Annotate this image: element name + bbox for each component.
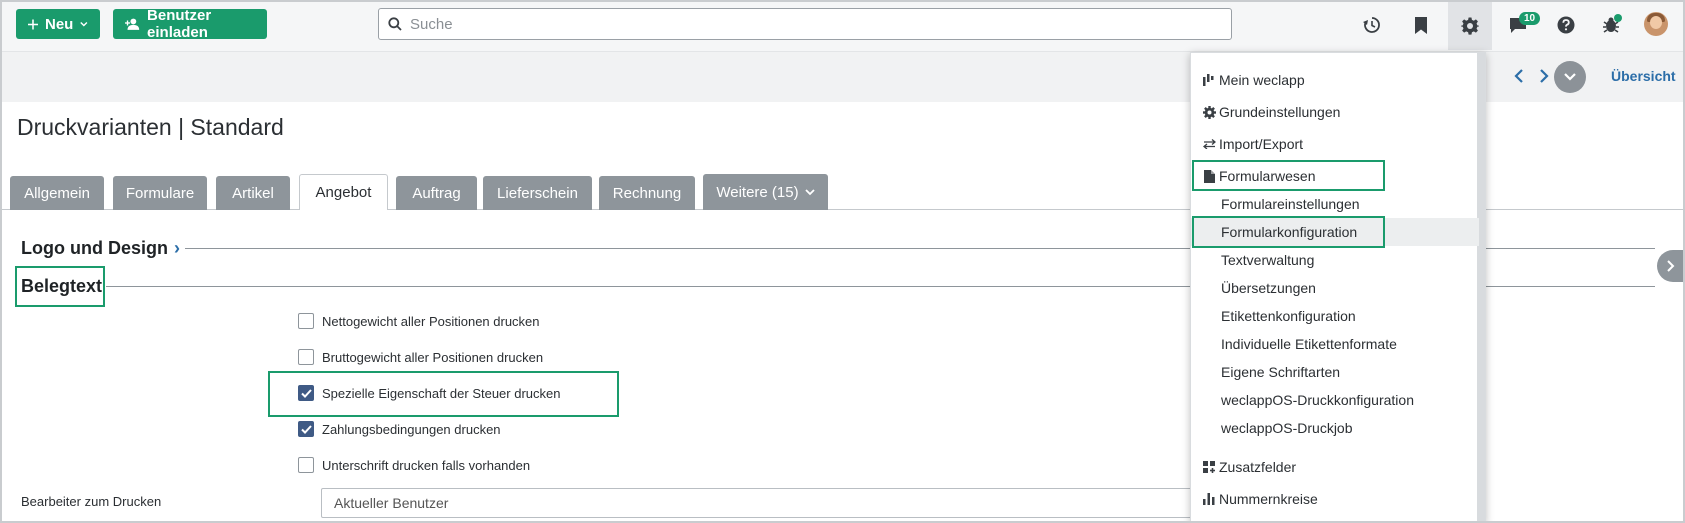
bookmark-button[interactable]	[1402, 6, 1440, 44]
expand-button[interactable]	[1554, 61, 1586, 93]
new-button-label: Neu	[44, 15, 74, 33]
bar-chart-icon	[1202, 74, 1213, 86]
messages-button[interactable]: 10	[1499, 6, 1541, 44]
checkbox-label: Unterschrift drucken falls vorhanden	[322, 457, 531, 473]
side-panel-toggle[interactable]	[1657, 250, 1685, 282]
tax-property-checkbox[interactable]	[298, 385, 314, 401]
section-logo-design-title: Logo und Design	[21, 238, 168, 258]
checkbox-label: Zahlungsbedingungen drucken	[322, 421, 501, 437]
document-icon	[1203, 169, 1215, 183]
menu-item-druckjob[interactable]: weclappOS-Druckjob	[1191, 414, 1479, 442]
previous-button[interactable]	[1508, 64, 1530, 88]
help-icon	[1557, 16, 1575, 34]
menu-item-etikettenkonfiguration[interactable]: Etikettenkonfiguration	[1191, 302, 1479, 330]
help-button[interactable]	[1547, 6, 1585, 44]
avatar[interactable]	[1644, 12, 1668, 36]
history-button[interactable]	[1353, 6, 1391, 44]
checkbox-row-net-weight[interactable]: Nettogewicht aller Positionen drucken	[298, 313, 540, 329]
overview-link[interactable]: Übersicht	[1611, 68, 1676, 84]
checkbox-label: Bruttogewicht aller Positionen drucken	[322, 349, 544, 365]
payment-terms-checkbox[interactable]	[298, 421, 314, 437]
chevron-right-icon	[1667, 260, 1675, 272]
menu-item-textverwaltung[interactable]: Textverwaltung	[1191, 246, 1479, 274]
tab-auftrag[interactable]: Auftrag	[396, 176, 477, 210]
menu-item-etikettenformate[interactable]: Individuelle Etikettenformate	[1191, 330, 1479, 358]
checkbox-row-tax-property[interactable]: Spezielle Eigenschaft der Steuer drucken	[298, 385, 560, 401]
bookmark-icon	[1415, 16, 1427, 34]
history-icon	[1363, 17, 1380, 33]
checkmark-icon	[300, 388, 312, 398]
menu-item-formulareinstellungen[interactable]: Formulareinstellungen	[1191, 190, 1479, 218]
highlight-formularkonfiguration	[1192, 216, 1385, 248]
invite-user-button[interactable]: Benutzer einladen	[113, 7, 267, 41]
net-weight-checkbox[interactable]	[298, 313, 314, 329]
search-input[interactable]	[410, 15, 1231, 33]
search-box[interactable]	[378, 8, 1232, 40]
menu-item-uebersetzungen[interactable]: Übersetzungen	[1191, 274, 1479, 302]
checkbox-row-gross-weight[interactable]: Bruttogewicht aller Positionen drucken	[298, 349, 543, 365]
menu-item-import-export[interactable]: Import/Export	[1191, 130, 1479, 158]
checkbox-label: Nettogewicht aller Positionen drucken	[322, 313, 540, 329]
menu-item-grundeinstellungen[interactable]: Grundeinstellungen	[1191, 98, 1479, 126]
chevron-left-icon	[1514, 69, 1523, 83]
grid-plus-icon	[1203, 461, 1215, 473]
swap-arrows-icon	[1202, 139, 1216, 149]
tab-lieferschein[interactable]: Lieferschein	[483, 176, 592, 210]
chevron-down-icon	[804, 188, 815, 195]
checkbox-row-signature[interactable]: Unterschrift drucken falls vorhanden	[298, 457, 530, 473]
tab-more[interactable]: Weitere (15)	[703, 174, 828, 210]
bar-chart-icon	[1203, 493, 1215, 505]
chevron-right-icon	[1540, 69, 1549, 83]
signature-checkbox[interactable]	[298, 457, 314, 473]
tab-formulare[interactable]: Formulare	[113, 176, 207, 210]
chevron-down-icon	[80, 21, 88, 27]
checkmark-icon	[300, 424, 312, 434]
tab-more-label: Weitere (15)	[716, 183, 799, 201]
tab-allgemein[interactable]: Allgemein	[10, 176, 104, 210]
chevron-right-icon: ›	[173, 238, 180, 258]
new-button[interactable]: Neu	[16, 9, 100, 39]
tab-artikel[interactable]: Artikel	[216, 176, 290, 210]
next-button[interactable]	[1533, 64, 1555, 88]
tab-rechnung[interactable]: Rechnung	[599, 176, 695, 210]
settings-button[interactable]	[1448, 2, 1492, 50]
tab-angebot[interactable]: Angebot	[299, 174, 388, 210]
search-icon	[388, 17, 402, 31]
menu-item-druckkonfiguration[interactable]: weclappOS-Druckkonfiguration	[1191, 386, 1479, 414]
menu-item-nummernkreise[interactable]: Nummernkreise	[1191, 485, 1479, 513]
notifications-button[interactable]	[1592, 6, 1630, 44]
checkbox-label: Spezielle Eigenschaft der Steuer drucken	[322, 385, 561, 401]
section-belegtext-title: Belegtext	[21, 276, 103, 296]
menu-item-mein-weclapp[interactable]: Mein weclapp	[1191, 66, 1479, 94]
section-logo-design[interactable]: Logo und Design ›	[21, 238, 180, 259]
plus-icon	[28, 19, 38, 29]
gross-weight-checkbox[interactable]	[298, 349, 314, 365]
editor-field-label: Bearbeiter zum Drucken	[21, 494, 162, 509]
editor-field-input[interactable]	[321, 488, 1201, 518]
gear-icon	[1202, 105, 1216, 119]
menu-item-formularwesen[interactable]: Formularwesen	[1191, 162, 1479, 190]
gear-icon	[1461, 17, 1479, 35]
notification-dot	[1614, 14, 1622, 22]
checkbox-row-payment-terms[interactable]: Zahlungsbedingungen drucken	[298, 421, 501, 437]
menu-item-zusatzfelder[interactable]: Zusatzfelder	[1191, 453, 1479, 481]
invite-user-label: Benutzer einladen	[147, 7, 212, 41]
messages-badge: 10	[1519, 12, 1541, 25]
menu-item-schriftarten[interactable]: Eigene Schriftarten	[1191, 358, 1479, 386]
settings-menu: Mein weclapp Grundeinstellungen Import/E…	[1190, 52, 1486, 523]
chevron-down-icon	[1564, 73, 1576, 81]
add-user-icon	[125, 18, 140, 30]
page-title: Druckvarianten | Standard	[17, 114, 284, 140]
